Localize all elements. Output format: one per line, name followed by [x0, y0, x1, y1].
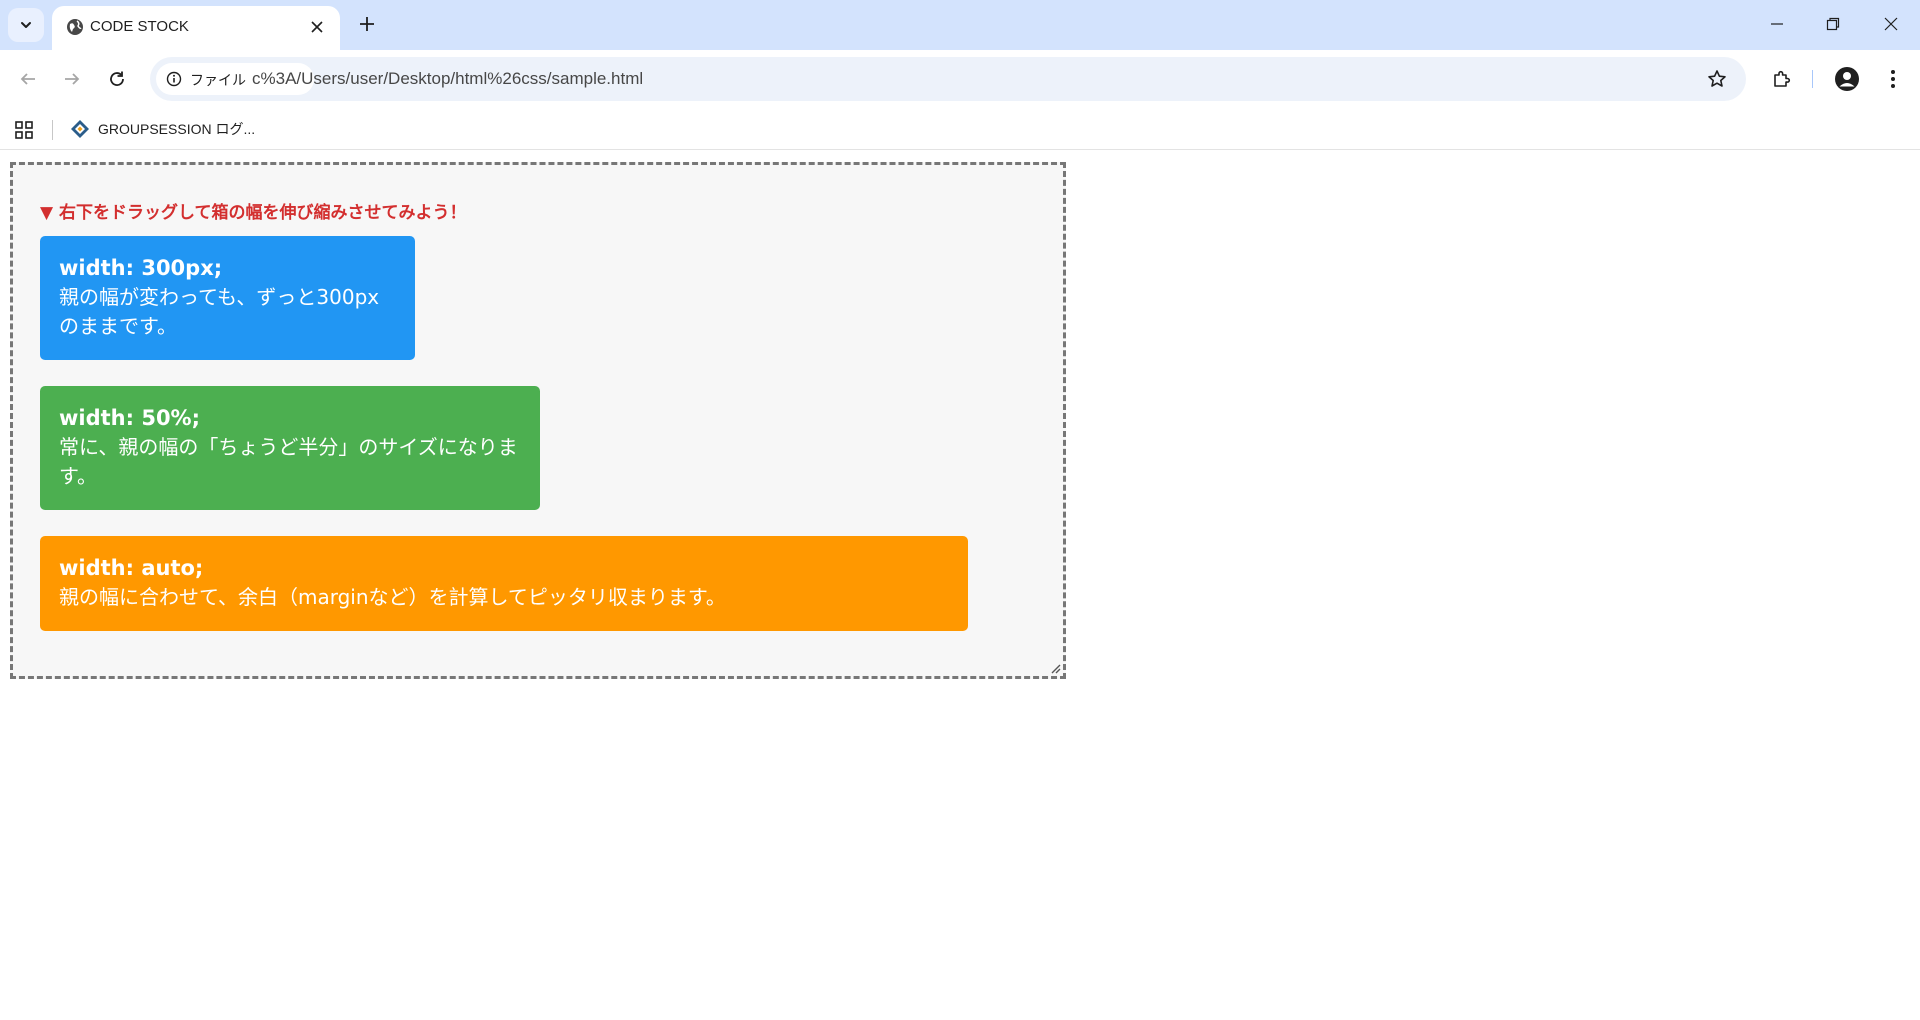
- url-text[interactable]: c%3A/Users/user/Desktop/html%26css/sampl…: [252, 69, 643, 89]
- globe-icon: [67, 19, 83, 35]
- bookmark-star-button[interactable]: [1702, 64, 1732, 94]
- arrow-left-icon: [20, 73, 35, 85]
- reload-icon: [110, 71, 124, 86]
- back-button[interactable]: [8, 59, 48, 99]
- address-bar[interactable]: ファイル c%3A/Users/user/Desktop/html%26css/…: [150, 57, 1746, 101]
- box-title: width: 50%;: [59, 406, 200, 430]
- profile-button[interactable]: [1827, 59, 1867, 99]
- apps-grid-icon: [15, 121, 33, 139]
- box-title: width: auto;: [59, 556, 204, 580]
- minimize-button[interactable]: [1752, 4, 1802, 44]
- bookmark-groupsession[interactable]: GROUPSESSION ログ...: [70, 114, 255, 144]
- more-vertical-icon: [1891, 70, 1895, 88]
- arrow-right-icon: [65, 73, 80, 85]
- tab-search-button[interactable]: [8, 8, 44, 42]
- active-tab[interactable]: CODE STOCK: [52, 6, 340, 50]
- page-viewport: ▼ 右下をドラッグして箱の幅を伸び縮みさせてみよう！ width: 300px;…: [0, 151, 1920, 1020]
- bookmarks-bar: GROUPSESSION ログ...: [0, 108, 1920, 150]
- restore-button[interactable]: [1808, 4, 1858, 44]
- apps-button[interactable]: [10, 116, 38, 144]
- box-title: width: 300px;: [59, 256, 223, 280]
- percent-width-box: width: 50%; 常に、親の幅の「ちょうど半分」のサイズになります。: [40, 386, 540, 510]
- resizable-container[interactable]: ▼ 右下をドラッグして箱の幅を伸び縮みさせてみよう！ width: 300px;…: [10, 162, 1066, 679]
- forward-button[interactable]: [52, 59, 92, 99]
- browser-toolbar: ファイル c%3A/Users/user/Desktop/html%26css/…: [0, 50, 1920, 108]
- close-window-button[interactable]: [1866, 4, 1916, 44]
- browser-menu-button[interactable]: [1873, 59, 1913, 99]
- box-description: 常に、親の幅の「ちょうど半分」のサイズになります。: [59, 435, 518, 488]
- avatar-icon: [1835, 67, 1859, 91]
- info-icon: [166, 71, 182, 87]
- bookmark-label: GROUPSESSION ログ...: [98, 121, 256, 137]
- site-chip-label: ファイル: [190, 73, 246, 89]
- close-icon: [311, 21, 323, 33]
- extensions-button[interactable]: [1762, 59, 1802, 99]
- tab-strip: CODE STOCK: [0, 0, 1920, 50]
- close-icon: [1884, 17, 1898, 31]
- chevron-down-icon: [21, 22, 31, 28]
- reload-button[interactable]: [97, 59, 137, 99]
- fixed-width-box: width: 300px; 親の幅が変わっても、ずっと300pxのままです。: [40, 236, 415, 360]
- star-icon: [1708, 70, 1726, 87]
- box-description: 親の幅が変わっても、ずっと300pxのままです。: [59, 285, 380, 338]
- plus-icon: [360, 17, 374, 31]
- groupsession-icon: [71, 120, 89, 138]
- new-tab-button[interactable]: [352, 9, 382, 39]
- auto-width-box: width: auto; 親の幅に合わせて、余白（marginなど）を計算してピ…: [40, 536, 968, 631]
- resize-handle-icon[interactable]: [1050, 663, 1061, 674]
- puzzle-icon: [1774, 70, 1791, 87]
- minimize-icon: [1771, 23, 1783, 25]
- drag-hint: ▼ 右下をドラッグして箱の幅を伸び縮みさせてみよう！: [40, 203, 467, 223]
- bookmarks-separator: [52, 120, 53, 140]
- restore-icon: [1826, 17, 1840, 31]
- tab-close-button[interactable]: [304, 14, 330, 40]
- tab-title: CODE STOCK: [90, 18, 189, 35]
- toolbar-separator: [1812, 70, 1813, 88]
- box-description: 親の幅に合わせて、余白（marginなど）を計算してピッタリ収まります。: [59, 585, 726, 609]
